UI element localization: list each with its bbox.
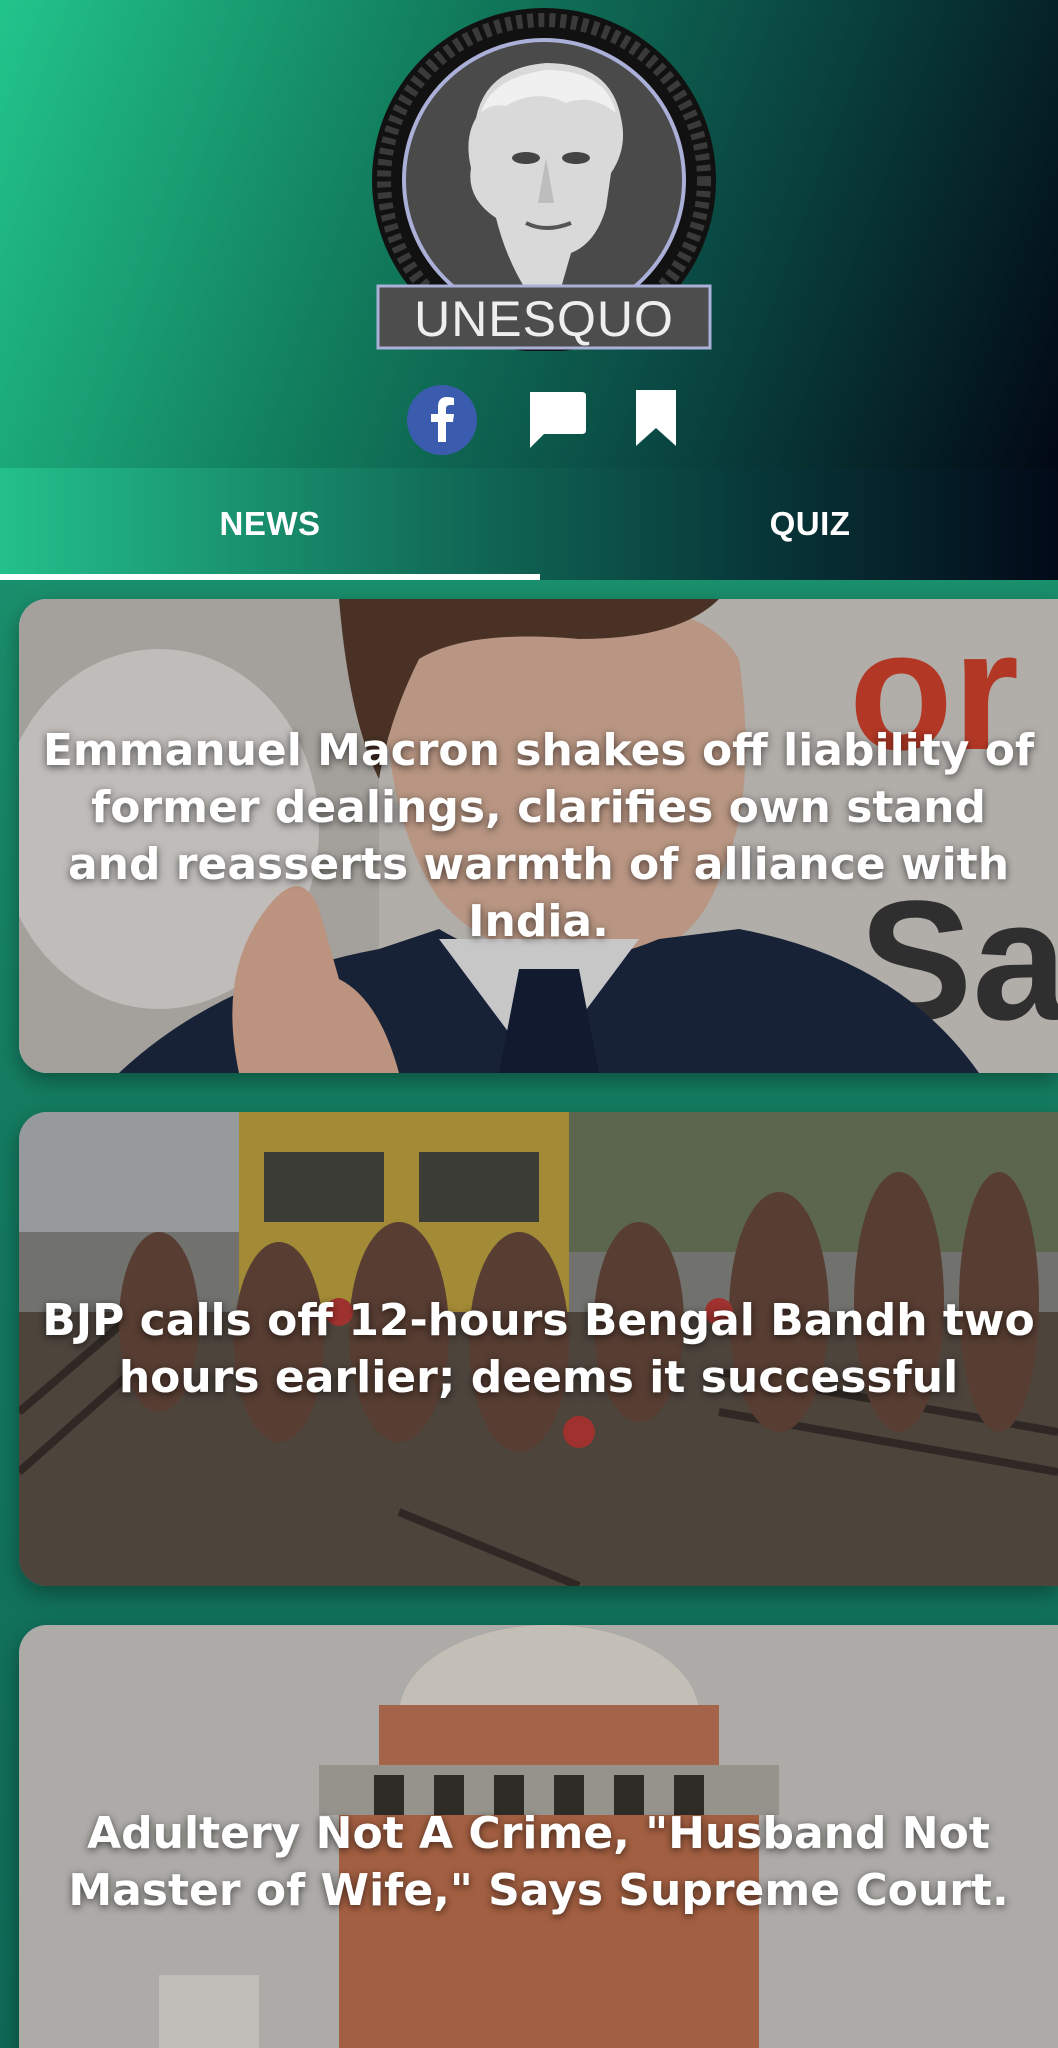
tab-quiz[interactable]: QUIZ — [540, 468, 1058, 580]
news-headline: Emmanuel Macron shakes off liability of … — [42, 725, 1035, 947]
svg-text:UNESQUO: UNESQUO — [414, 291, 674, 347]
chat-icon[interactable] — [520, 384, 592, 456]
unesquo-logo: UNESQUO — [372, 8, 716, 351]
news-card[interactable]: BJP calls off 12-hours Bengal Bandh two … — [19, 1112, 1058, 1586]
news-card[interactable]: or Sa Emmanuel Macron shakes off liabili… — [19, 599, 1058, 1073]
news-headline: BJP calls off 12-hours Bengal Bandh two … — [42, 1295, 1035, 1403]
news-card[interactable]: Adultery Not A Crime, "Husband Not Maste… — [19, 1625, 1058, 2048]
facebook-icon[interactable] — [406, 384, 478, 456]
bookmark-icon[interactable] — [620, 384, 692, 456]
tab-news[interactable]: NEWS — [0, 468, 540, 580]
social-bar — [0, 384, 1058, 456]
news-headline: Adultery Not A Crime, "Husband Not Maste… — [68, 1808, 1009, 1916]
tab-bar: NEWS QUIZ — [0, 468, 1058, 580]
